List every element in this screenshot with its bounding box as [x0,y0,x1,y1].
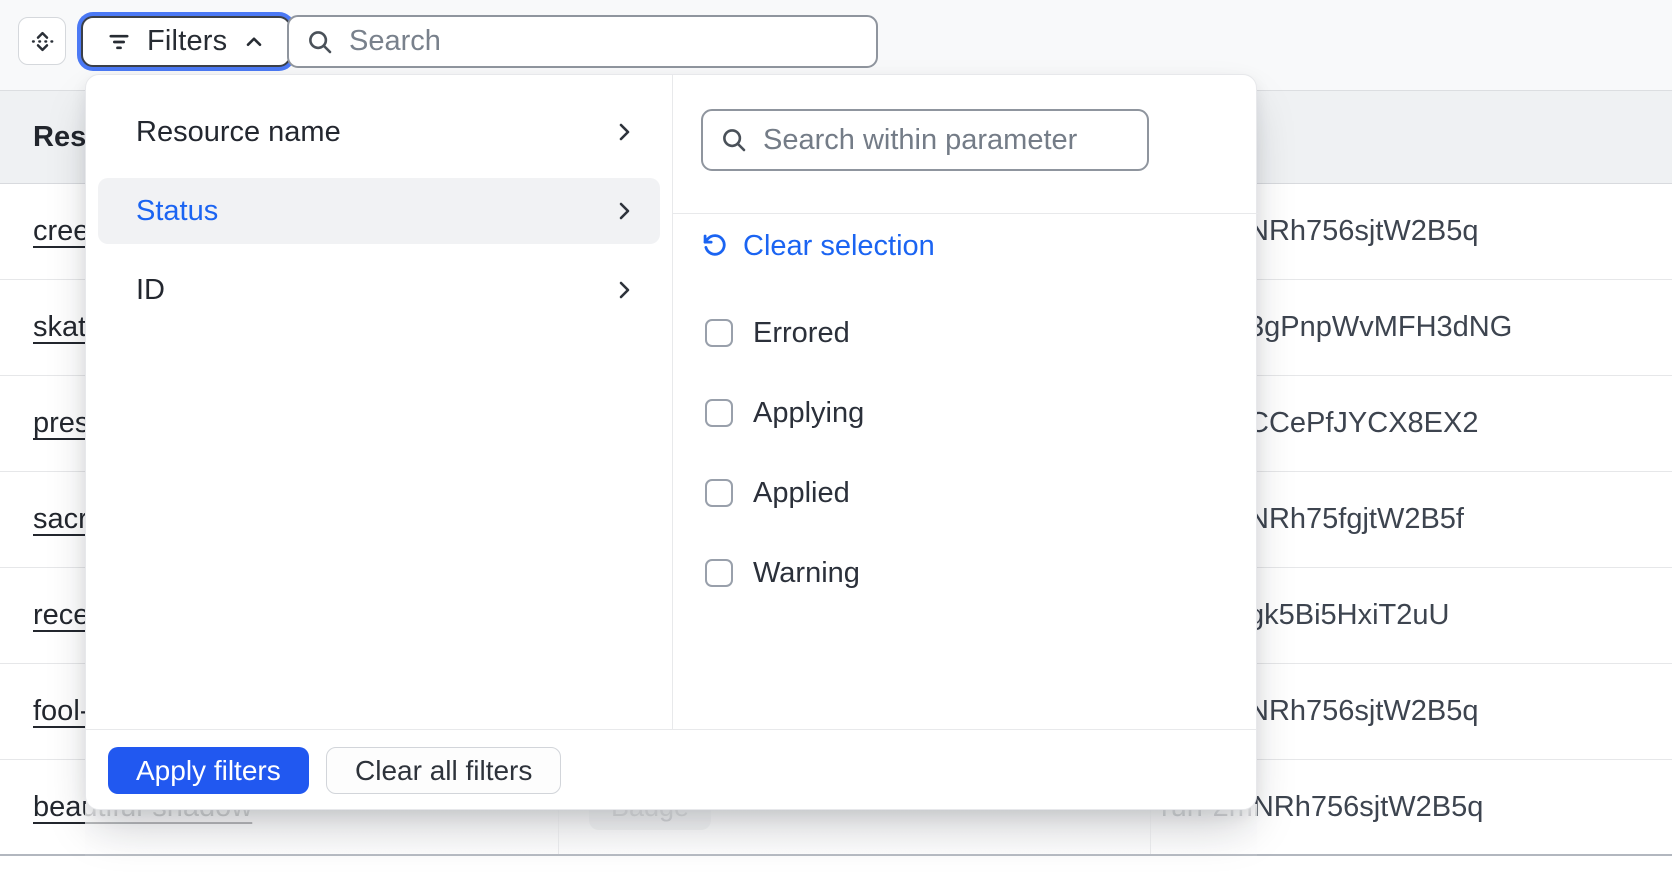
resource-name-link[interactable]: fool- [33,695,89,728]
checkbox[interactable] [705,479,733,507]
resource-name-link[interactable]: sacr [33,503,88,536]
resource-name-link[interactable]: rece [33,599,89,632]
option-warning[interactable]: Warning [705,553,860,593]
resource-name-link[interactable]: pres [33,407,89,440]
filters-button[interactable]: Filters [81,16,291,67]
resource-id: NRh75fgjtW2B5f [1248,503,1464,536]
resource-name-link[interactable]: skat [33,311,86,344]
checkbox[interactable] [705,319,733,347]
unfold-vertical-icon [29,28,56,55]
clear-selection-link[interactable]: Clear selection [701,223,935,269]
option-label: Warning [753,557,860,590]
divider [86,729,1256,730]
reset-icon [701,232,729,260]
filter-lines-icon [105,28,133,56]
apply-filters-button[interactable]: Apply filters [108,747,309,794]
menu-item-label: Status [136,195,218,228]
option-label: Errored [753,317,850,350]
chevron-up-icon [241,29,267,55]
filters-button-label: Filters [147,25,227,58]
menu-item-label: Resource name [136,116,341,149]
chevron-right-icon [612,199,636,223]
menu-item-status[interactable]: Status [98,178,660,244]
resource-id: gk5Bi5HxiT2uU [1248,599,1449,632]
option-label: Applied [753,477,850,510]
clear-selection-label: Clear selection [743,230,935,263]
resource-name-link[interactable]: cree [33,215,89,248]
search-icon [305,27,335,57]
parameter-search-input[interactable] [763,124,1131,157]
resource-id: NRh756sjtW2B5q [1248,215,1479,248]
sort-rows-button[interactable] [18,17,66,65]
menu-item-label: ID [136,274,165,307]
global-search [287,15,878,68]
menu-item-resource-name[interactable]: Resource name [98,99,660,165]
parameter-values-pane: Clear selection Errored Applying Applied… [673,75,1258,729]
menu-item-id[interactable]: ID [98,257,660,323]
clear-all-filters-button[interactable]: Clear all filters [326,747,561,794]
divider [673,213,1258,214]
filters-panel: Resource name Status ID [85,74,1257,810]
option-applying[interactable]: Applying [705,393,864,433]
search-icon [719,125,749,155]
chevron-right-icon [612,120,636,144]
option-applied[interactable]: Applied [705,473,850,513]
chevron-right-icon [612,278,636,302]
checkbox[interactable] [705,559,733,587]
search-input[interactable] [349,25,860,58]
app-screen: Reso cree NRh756sjtW2B5q skat 3gPnpWvMFH… [0,0,1672,886]
checkbox[interactable] [705,399,733,427]
resource-id: CCePfJYCX8EX2 [1248,407,1479,440]
filter-parameter-menu: Resource name Status ID [86,75,673,729]
resource-id: 3gPnpWvMFH3dNG [1248,311,1512,344]
resource-id: NRh756sjtW2B5q [1248,695,1479,728]
option-errored[interactable]: Errored [705,313,850,353]
parameter-search [701,109,1149,171]
option-label: Applying [753,397,864,430]
